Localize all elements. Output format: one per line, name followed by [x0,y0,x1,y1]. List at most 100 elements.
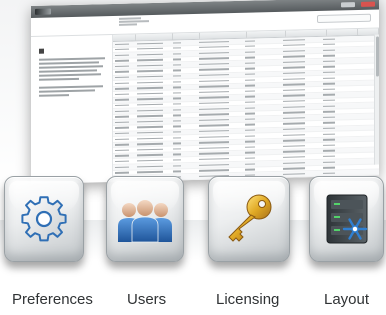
table-cell [243,116,281,122]
layout-label[interactable]: Layout [324,291,369,308]
table-cell [243,60,281,66]
table-cell [171,79,197,84]
table-cell [351,170,371,175]
table-cell [113,109,135,114]
table-cell [243,88,281,94]
table-cell [113,92,135,97]
table-cell [135,41,171,46]
table-cell [351,86,371,91]
table-cell [113,58,135,63]
table-cell [321,47,351,52]
table-cell [135,169,171,174]
table-cell [351,159,371,164]
table-cell [243,71,281,77]
table-cell [171,68,197,73]
table-cell [171,152,197,157]
table-cell [171,141,197,146]
close-window-button[interactable] [361,1,375,7]
table-cell [113,75,135,80]
table-cell [351,47,371,52]
table-cell [243,161,281,167]
table-scrollbar[interactable] [374,34,379,165]
table-cell [113,64,135,69]
licensing-label[interactable]: Licensing [216,291,279,308]
table-cell [243,139,281,145]
table-cell [243,111,281,117]
table-cell [321,126,351,131]
table-cell [321,109,351,114]
table-cell [171,90,197,95]
window-button[interactable] [341,1,355,7]
table-cell [135,136,171,141]
table-cell [321,42,351,47]
table-cell [351,136,371,141]
table-cell [351,153,371,158]
table-cell [171,129,197,134]
preferences-label[interactable]: Preferences [12,291,93,308]
table-cell [243,167,281,173]
table-cell [171,163,197,168]
table-cell [171,135,197,140]
info-icon [39,48,44,54]
table-cell [135,119,171,124]
table-cell [113,86,135,91]
table-cell [243,43,281,49]
users-tile-button[interactable] [106,176,184,262]
table-cell [171,124,197,129]
table-cell [113,148,135,153]
table-cell [243,49,281,55]
table-cell [113,153,135,158]
table-cell [135,130,171,135]
table-cell [135,97,171,102]
table-cell [321,142,351,147]
table-cell [351,114,371,119]
table-cell [351,148,371,153]
header-text-lines [119,17,149,26]
table-cell [135,63,171,68]
search-input[interactable] [317,13,371,24]
table-cell [243,77,281,83]
table-cell [321,114,351,119]
preferences-tile-button[interactable] [4,176,84,262]
table-cell [113,53,135,58]
app-logo [35,8,51,15]
layout-tile-button[interactable] [309,176,384,262]
table-cell [113,137,135,142]
table-cell [171,57,197,62]
table-cell [243,144,281,150]
table-cell [321,98,351,103]
table-cell [321,131,351,136]
table-cell [243,99,281,105]
table-cell [243,83,281,89]
table-cell [351,80,371,85]
table-cell [243,105,281,111]
table-cell [351,41,371,46]
table-cell [243,66,281,72]
table-cell [135,74,171,79]
table-cell [113,103,135,108]
table-cell [243,38,281,44]
table-cell [321,120,351,125]
table-cell [171,101,197,106]
table-cell [321,154,351,159]
table-cell [321,165,351,170]
table-cell [351,69,371,74]
table-cell [113,125,135,130]
table-cell [171,107,197,112]
table-cell [243,127,281,133]
users-label[interactable]: Users [127,291,166,308]
table-cell [135,108,171,113]
licensing-tile-button[interactable] [208,176,290,262]
table-cell [351,58,371,63]
table-cell [243,94,281,100]
table-cell [113,120,135,125]
table-cell [243,150,281,156]
table-cell [351,131,371,136]
table-rows [113,35,379,185]
table-cell [321,36,351,41]
table-cell [321,70,351,75]
table-cell [135,164,171,169]
table-cell [351,103,371,108]
table-cell [135,91,171,96]
table-cell [321,59,351,64]
